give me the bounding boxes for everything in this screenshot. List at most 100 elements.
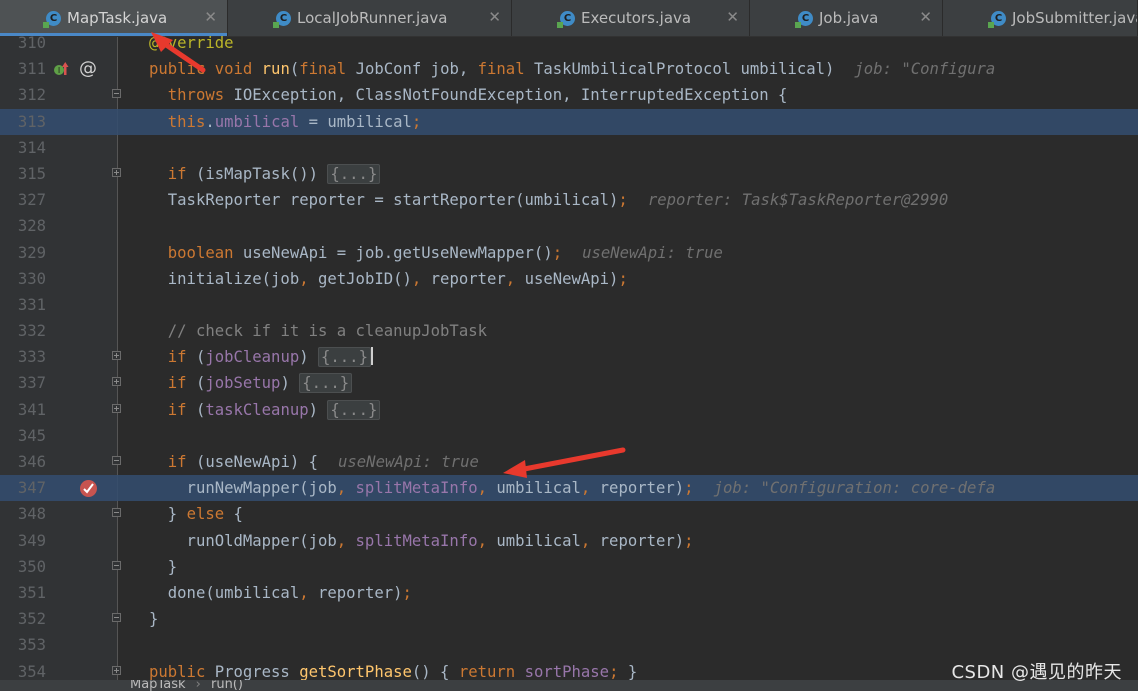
code-line[interactable]: 315 if (isMapTask()) {...} bbox=[0, 161, 1138, 187]
code-token: } bbox=[627, 662, 638, 681]
code-token: ( bbox=[195, 374, 206, 393]
close-icon[interactable]: ✕ bbox=[726, 8, 739, 26]
code-line[interactable]: 328 bbox=[0, 213, 1138, 239]
collapsed-block[interactable]: {...} bbox=[318, 347, 371, 368]
code-line[interactable]: 312 throws IOException, ClassNotFoundExc… bbox=[0, 82, 1138, 108]
code-token: . bbox=[205, 112, 215, 131]
fold-expand-icon[interactable] bbox=[112, 403, 121, 413]
breakpoint-icon[interactable] bbox=[80, 480, 97, 498]
code-line[interactable]: 345 bbox=[0, 423, 1138, 449]
close-icon[interactable]: ✕ bbox=[204, 8, 217, 26]
line-number[interactable]: 352 bbox=[0, 606, 46, 632]
line-number[interactable]: 347 bbox=[0, 475, 46, 501]
line-number[interactable]: 345 bbox=[0, 423, 46, 449]
fold-expand-icon[interactable] bbox=[112, 351, 121, 361]
code-line[interactable]: 327 TaskReporter reporter = startReporte… bbox=[0, 187, 1138, 213]
code-line[interactable]: 337 if (jobSetup) {...} bbox=[0, 370, 1138, 396]
line-number[interactable]: 311 bbox=[0, 56, 46, 82]
code-line[interactable]: 348 } else { bbox=[0, 501, 1138, 527]
code-token: splitMetaInfo bbox=[355, 479, 478, 498]
code-line[interactable]: 329 boolean useNewApi = job.getUseNewMap… bbox=[0, 240, 1138, 266]
line-number[interactable]: 349 bbox=[0, 528, 46, 554]
code-editor[interactable]: 310 @Override 311 I @ public void run(final J… bbox=[0, 30, 1138, 685]
code-token: reporter) bbox=[318, 583, 403, 602]
collapsed-block[interactable]: {...} bbox=[327, 163, 381, 184]
at-icon[interactable]: @ bbox=[79, 56, 97, 82]
line-number[interactable]: 327 bbox=[0, 187, 46, 213]
code-token: runOldMapper(job bbox=[149, 531, 337, 550]
close-icon[interactable]: ✕ bbox=[919, 8, 932, 26]
close-icon[interactable]: ✕ bbox=[488, 8, 501, 26]
breadcrumb-item-class[interactable]: MapTask bbox=[130, 680, 186, 691]
line-number[interactable]: 348 bbox=[0, 501, 46, 527]
line-number[interactable]: 350 bbox=[0, 554, 46, 580]
line-number[interactable]: 353 bbox=[0, 632, 46, 658]
tab-label: MapTask.java bbox=[67, 9, 168, 27]
code-token: taskCleanup bbox=[205, 400, 309, 419]
code-text: this.umbilical = umbilical; bbox=[149, 109, 422, 135]
code-text: throws IOException, ClassNotFoundExcepti… bbox=[149, 82, 788, 108]
line-number[interactable]: 310 bbox=[0, 30, 46, 56]
breadcrumb-item-method[interactable]: run() bbox=[211, 680, 243, 691]
code-token: , bbox=[299, 269, 318, 288]
fold-collapse-icon[interactable] bbox=[112, 89, 121, 99]
code-token: jobSetup bbox=[205, 374, 281, 393]
line-number[interactable]: 312 bbox=[0, 82, 46, 108]
code-line[interactable]: 352} bbox=[0, 606, 1138, 632]
fold-expand-icon[interactable] bbox=[112, 167, 121, 177]
collapsed-block[interactable]: {...} bbox=[299, 373, 353, 394]
code-line[interactable]: 351 done(umbilical, reporter); bbox=[0, 580, 1138, 606]
code-line[interactable]: 341 if (taskCleanup) {...} bbox=[0, 397, 1138, 423]
fold-collapse-icon[interactable] bbox=[112, 613, 121, 623]
fold-collapse-icon[interactable] bbox=[112, 456, 121, 465]
line-number[interactable]: 351 bbox=[0, 580, 46, 606]
code-line[interactable]: 353 bbox=[0, 632, 1138, 658]
line-number[interactable]: 346 bbox=[0, 449, 46, 475]
code-line[interactable]: 350 } bbox=[0, 554, 1138, 580]
implements-up-icon[interactable]: I bbox=[53, 61, 69, 77]
code-line[interactable]: 333 if (jobCleanup) {...} bbox=[0, 344, 1138, 370]
code-token: ; bbox=[684, 531, 694, 550]
code-text: if (jobSetup) {...} bbox=[149, 370, 353, 396]
code-token: if bbox=[167, 348, 196, 367]
code-token: } bbox=[149, 557, 178, 576]
code-line[interactable]: 332 // check if it is a cleanupJobTask bbox=[0, 318, 1138, 344]
line-number[interactable]: 332 bbox=[0, 318, 46, 344]
line-number[interactable]: 333 bbox=[0, 344, 46, 370]
code-token: getJobID() bbox=[318, 269, 412, 288]
code-line[interactable]: 346 if (useNewApi) {useNewApi: true bbox=[0, 449, 1138, 475]
line-number[interactable]: 330 bbox=[0, 266, 46, 292]
fold-collapse-icon[interactable] bbox=[112, 508, 121, 518]
fold-expand-icon[interactable] bbox=[112, 665, 121, 675]
code-token: , bbox=[299, 583, 318, 602]
line-number[interactable]: 337 bbox=[0, 370, 46, 396]
code-line[interactable]: 330 initialize(job, getJobID(), reporter… bbox=[0, 266, 1138, 292]
code-token: , bbox=[477, 531, 497, 550]
code-line[interactable]: 310 @Override bbox=[0, 30, 1138, 56]
line-number[interactable]: 329 bbox=[0, 240, 46, 266]
code-line[interactable]: 347 runNewMapper(job, splitMetaInfo, umb… bbox=[0, 475, 1138, 502]
line-number[interactable]: 341 bbox=[0, 397, 46, 423]
code-line[interactable]: 349 runOldMapper(job, splitMetaInfo, umb… bbox=[0, 528, 1138, 554]
collapsed-block[interactable]: {...} bbox=[327, 399, 381, 420]
line-number[interactable]: 315 bbox=[0, 161, 46, 187]
line-number[interactable]: 314 bbox=[0, 135, 46, 161]
line-number[interactable]: 328 bbox=[0, 213, 46, 239]
fold-expand-icon[interactable] bbox=[112, 377, 121, 387]
code-line[interactable]: 331 bbox=[0, 292, 1138, 318]
line-number[interactable]: 313 bbox=[0, 109, 46, 135]
code-token: ) bbox=[299, 348, 319, 367]
code-line[interactable]: 313 this.umbilical = umbilical; bbox=[0, 108, 1138, 135]
fold-collapse-icon[interactable] bbox=[112, 560, 121, 570]
code-token: if bbox=[167, 400, 196, 419]
java-class-icon: C bbox=[988, 10, 1006, 28]
code-token: reporter bbox=[430, 269, 506, 288]
line-number[interactable]: 331 bbox=[0, 292, 46, 318]
code-token: runNewMapper(job bbox=[149, 479, 337, 498]
code-line[interactable]: 314 bbox=[0, 135, 1138, 161]
code-line[interactable]: 311 I @ public void run(final JobConf job, … bbox=[0, 56, 1138, 82]
